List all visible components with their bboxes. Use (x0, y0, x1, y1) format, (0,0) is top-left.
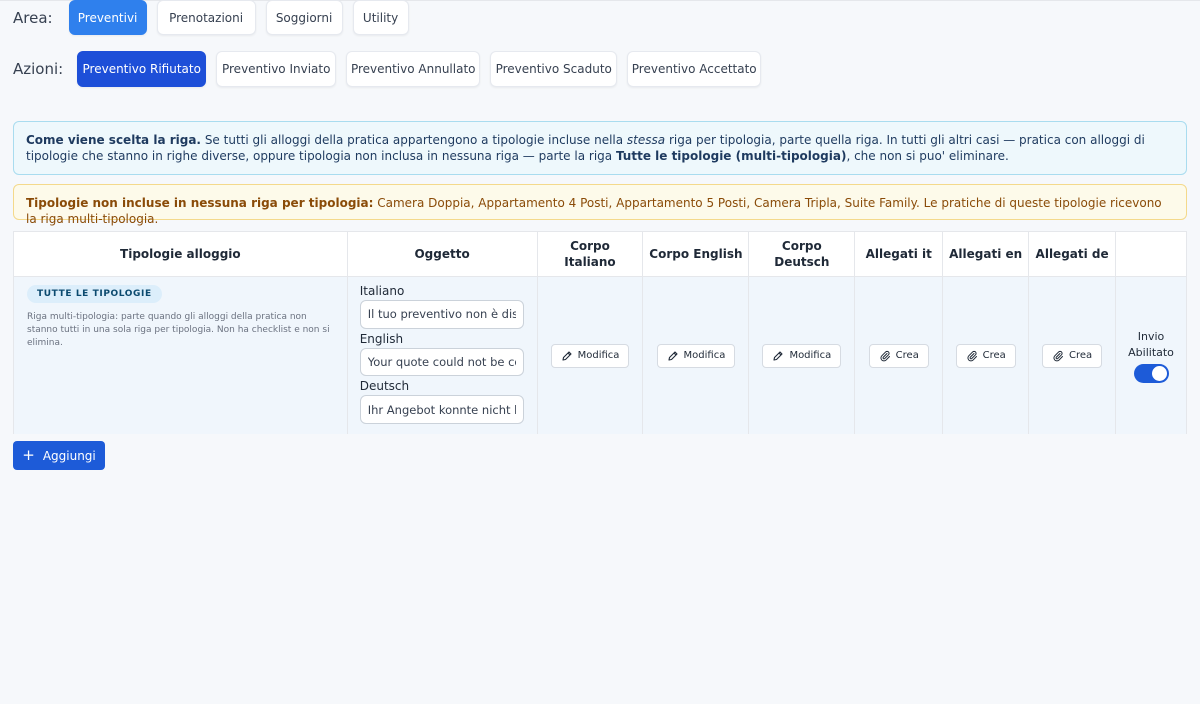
tutte-le-tipologie-badge: TUTTE LE TIPOLOGIE (27, 285, 162, 303)
modifica-corpo-en-button[interactable]: Modifica (656, 343, 736, 368)
info-banner-bold: Tutte le tipologie (multi-tipologia) (615, 149, 847, 163)
crea-label: Crea (982, 350, 1006, 361)
crea-label: Crea (895, 350, 919, 361)
azioni-label: Azioni: (13, 60, 64, 78)
corpo-it-cell: Modifica (538, 277, 644, 434)
info-banner-title: Come viene scelta la riga. (26, 133, 201, 147)
modifica-corpo-it-button[interactable]: Modifica (550, 343, 630, 368)
paperclip-icon (967, 350, 977, 361)
info-banner-italic: stessa (626, 133, 666, 147)
table-header: Tipologie alloggio Oggetto Corpo Italian… (14, 232, 1186, 277)
header-invio (1116, 232, 1186, 276)
header-oggetto: Oggetto (348, 232, 538, 276)
oggetto-en-label: English (359, 331, 404, 346)
tipologie-cell: TUTTE LE TIPOLOGIE Riga multi-tipologia:… (14, 277, 348, 434)
header-corpo-deutsch: Corpo Deutsch (749, 232, 856, 276)
info-banner-text-1: Se tutti gli alloggi della pratica appar… (201, 133, 627, 147)
action-preventivo-rifiutato[interactable]: Preventivo Rifiutato (77, 51, 207, 87)
modifica-label: Modifica (683, 350, 726, 361)
info-banner: Come viene scelta la riga. Se tutti gli … (13, 121, 1187, 175)
toggle-knob (1151, 365, 1167, 381)
modifica-label: Modifica (789, 350, 832, 361)
pencil-icon (667, 350, 678, 361)
paperclip-icon (1053, 350, 1064, 361)
modifica-corpo-de-button[interactable]: Modifica (762, 343, 842, 368)
area-selector: Area: Preventivi Prenotazioni Soggiorni … (13, 0, 419, 35)
header-allegati-it: Allegati it (855, 232, 944, 276)
allegati-de-cell: Crea (1029, 277, 1117, 434)
azioni-selector: Azioni: Preventivo Rifiutato Preventivo … (13, 51, 771, 87)
action-preventivo-accettato[interactable]: Preventivo Accettato (627, 51, 762, 87)
aggiungi-label: Aggiungi (42, 448, 96, 463)
invio-cell: Invio Abilitato (1116, 277, 1186, 434)
paperclip-icon (880, 350, 890, 361)
pencil-icon (562, 350, 572, 361)
corpo-de-cell: Modifica (749, 277, 856, 434)
action-preventivo-annullato[interactable]: Preventivo Annullato (346, 51, 481, 87)
invio-abilitato-label: Invio Abilitato (1128, 329, 1174, 359)
oggetto-en-input[interactable] (359, 347, 524, 377)
warning-banner-title: Tipologie non incluse in nessuna riga pe… (26, 196, 374, 210)
tab-preventivi[interactable]: Preventivi (68, 0, 147, 35)
allegati-it-cell: Crea (855, 277, 944, 434)
action-preventivo-scaduto[interactable]: Preventivo Scaduto (490, 51, 618, 87)
oggetto-de-label: Deutsch (359, 379, 410, 394)
row-description: Riga multi-tipologia: parte quando gli a… (27, 312, 330, 348)
oggetto-de-input[interactable] (359, 395, 524, 425)
pencil-icon (773, 350, 783, 361)
header-corpo-italiano: Corpo Italiano (538, 232, 644, 276)
info-banner-text-3: , che non si puo' eliminare. (846, 149, 1009, 163)
header-tipologie: Tipologie alloggio (14, 232, 348, 276)
header-allegati-de: Allegati de (1029, 232, 1117, 276)
oggetto-cell: Italiano English Deutsch (348, 277, 538, 434)
templates-table: Tipologie alloggio Oggetto Corpo Italian… (13, 231, 1187, 434)
corpo-en-cell: Modifica (643, 277, 750, 434)
modifica-label: Modifica (577, 350, 620, 361)
area-label: Area: (13, 8, 53, 27)
aggiungi-button[interactable]: + Aggiungi (13, 441, 105, 470)
table-row: TUTTE LE TIPOLOGIE Riga multi-tipologia:… (14, 277, 1186, 434)
oggetto-it-input[interactable] (359, 300, 524, 329)
invio-abilitato-toggle[interactable] (1133, 363, 1169, 383)
header-corpo-english: Corpo English (643, 232, 750, 276)
plus-icon: + (22, 446, 35, 464)
warning-banner: Tipologie non incluse in nessuna riga pe… (13, 184, 1187, 226)
allegati-en-cell: Crea (943, 277, 1030, 434)
crea-allegati-it-button[interactable]: Crea (868, 343, 929, 368)
oggetto-it-label: Italiano (359, 284, 405, 298)
action-preventivo-inviato[interactable]: Preventivo Inviato (216, 51, 337, 87)
crea-allegati-de-button[interactable]: Crea (1042, 343, 1103, 368)
tab-prenotazioni[interactable]: Prenotazioni (156, 0, 256, 35)
tab-utility[interactable]: Utility (352, 0, 409, 35)
crea-label: Crea (1069, 350, 1093, 361)
crea-allegati-en-button[interactable]: Crea (955, 343, 1016, 368)
tab-soggiorni[interactable]: Soggiorni (265, 0, 343, 35)
header-allegati-en: Allegati en (943, 232, 1030, 276)
